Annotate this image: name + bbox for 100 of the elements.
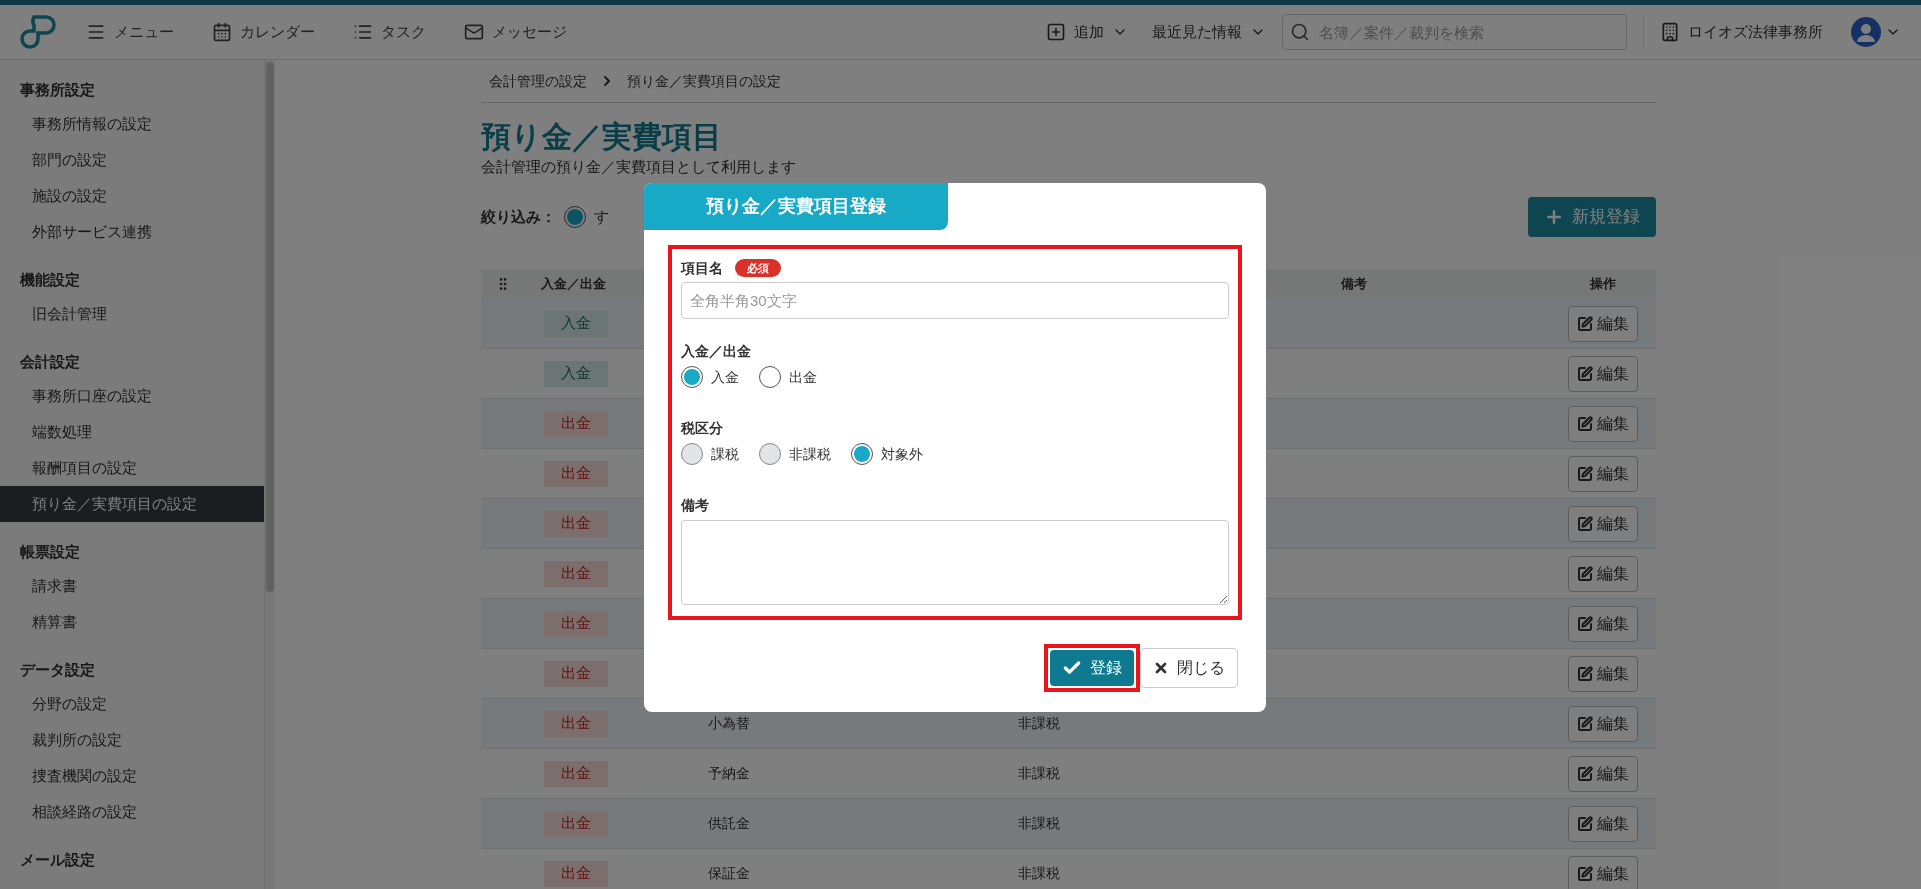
type-badge: 出金 <box>543 810 608 837</box>
radio-button[interactable] <box>851 443 873 465</box>
edit-button[interactable]: 編集 <box>1567 855 1638 889</box>
edit-button[interactable]: 編集 <box>1567 655 1638 692</box>
sidebar-section-title: 事務所設定 <box>19 80 96 100</box>
nav-item[interactable]: メニュー <box>82 20 178 44</box>
column-header: 備考 <box>1340 275 1367 294</box>
close-button[interactable]: 閉じる <box>1140 648 1238 688</box>
scrollbar-thumb[interactable] <box>266 62 274 592</box>
edit-icon <box>1576 365 1593 382</box>
page-description: 会計管理の預り金／実費項目として利用します <box>480 158 797 176</box>
table-cell: 非課税 <box>1017 815 1060 831</box>
type-badge: 出金 <box>543 410 608 437</box>
page-title: 預り金／実費項目 <box>480 119 723 155</box>
edit-button[interactable]: 編集 <box>1567 605 1638 642</box>
edit-button[interactable]: 編集 <box>1567 805 1638 842</box>
dialog-title: 預り金／実費項目登録 <box>644 183 948 230</box>
edit-icon <box>1576 665 1593 682</box>
edit-button[interactable]: 編集 <box>1567 305 1638 342</box>
sidebar-item[interactable]: 捜査機関の設定 <box>0 758 264 794</box>
sidebar-item[interactable]: 事務所情報の設定 <box>0 106 264 142</box>
new-button[interactable]: 新規登録 <box>1527 197 1656 237</box>
sidebar-item[interactable]: 端数処理 <box>0 414 264 450</box>
nav-item[interactable]: カレンダー <box>208 20 319 44</box>
edit-icon <box>1576 315 1593 332</box>
sidebar-section-title: 機能設定 <box>18 270 81 290</box>
field-label: 備考 <box>681 496 710 515</box>
table-cell: 予納金 <box>707 765 750 781</box>
sidebar-item[interactable]: 相談経路の設定 <box>0 794 264 830</box>
menu-icon <box>86 22 106 42</box>
table-cell: 非課税 <box>1017 715 1060 731</box>
breadcrumb-current: 預り金／実費項目の設定 <box>626 71 781 91</box>
type-badge: 入金 <box>543 360 608 387</box>
type-badge: 出金 <box>543 610 608 637</box>
table-cell: 小為替 <box>707 715 750 731</box>
sidebar-section-title: 帳票設定 <box>19 542 81 562</box>
mail-icon <box>464 22 484 42</box>
table-cell: 非課税 <box>1017 765 1060 781</box>
sidebar-item[interactable]: 分野の設定 <box>0 686 264 722</box>
edit-button[interactable]: 編集 <box>1567 455 1638 492</box>
field-label: 税区分 <box>681 419 724 438</box>
column-header: 操作 <box>1589 275 1616 294</box>
sidebar-item[interactable]: 部門の設定 <box>0 142 264 178</box>
edit-icon <box>1576 615 1593 632</box>
name-input[interactable]: 全角半角30文字 <box>681 282 1229 319</box>
type-badge: 入金 <box>543 310 608 337</box>
radio-button[interactable] <box>681 366 703 388</box>
add-icon <box>1046 22 1066 42</box>
filter-radio[interactable] <box>563 206 586 228</box>
edit-button[interactable]: 編集 <box>1567 755 1638 792</box>
sidebar-item[interactable]: 報酬項目の設定 <box>0 450 264 486</box>
breadcrumb-link[interactable]: 会計管理の設定 <box>488 70 587 92</box>
type-badge: 出金 <box>543 560 608 587</box>
nav-item[interactable]: メッセージ <box>460 20 571 44</box>
logo-icon[interactable] <box>20 13 58 51</box>
building-icon <box>1660 22 1680 42</box>
sidebar-item[interactable]: 請求書 <box>0 568 264 604</box>
table-cell: 供託金 <box>707 815 750 831</box>
column-header: 入金／出金 <box>540 275 606 294</box>
add-menu[interactable]: 追加 <box>1046 20 1128 44</box>
list-icon <box>353 22 373 42</box>
edit-button[interactable]: 編集 <box>1567 355 1638 392</box>
radio-label: 対象外 <box>881 444 923 464</box>
edit-button[interactable]: 編集 <box>1567 705 1638 742</box>
edit-icon <box>1576 865 1593 882</box>
sidebar-section-title: データ設定 <box>19 660 96 680</box>
sidebar-item[interactable]: 裁判所の設定 <box>0 722 264 758</box>
recent-menu[interactable]: 最近見た情報 <box>1152 20 1266 44</box>
sidebar-item[interactable]: 外部サービス連携 <box>0 214 264 250</box>
field-label: 項目名 <box>681 258 723 278</box>
table-cell: 非課税 <box>1017 865 1060 881</box>
edit-icon <box>1576 415 1593 432</box>
radio-button[interactable] <box>759 366 781 388</box>
radio-label: 入金 <box>711 367 739 387</box>
filter-label: 絞り込み： <box>480 206 556 227</box>
table-cell: 保証金 <box>707 865 750 881</box>
filter-option-label: す <box>593 206 609 227</box>
sidebar-item[interactable]: 旧会計管理 <box>0 296 264 332</box>
sidebar-item[interactable]: 事務所口座の設定 <box>0 378 264 414</box>
edit-icon <box>1576 515 1593 532</box>
radio-label: 課税 <box>711 444 739 464</box>
edit-button[interactable]: 編集 <box>1567 555 1638 592</box>
sidebar-item[interactable]: 施設の設定 <box>0 178 264 214</box>
edit-button[interactable]: 編集 <box>1567 405 1638 442</box>
sidebar-item[interactable]: 預り金／実費項目の設定 <box>0 486 264 522</box>
sidebar-section-title: メール設定 <box>19 850 96 870</box>
type-badge: 出金 <box>543 460 608 487</box>
required-badge: 必須 <box>735 259 781 277</box>
office-menu[interactable]: ロイオズ法律事務所 <box>1660 20 1823 44</box>
edit-icon <box>1576 765 1593 782</box>
calendar-icon <box>212 22 232 42</box>
edit-button[interactable]: 編集 <box>1567 505 1638 542</box>
edit-icon <box>1576 565 1593 582</box>
register-button[interactable]: 登録 <box>1050 650 1134 686</box>
nav-item[interactable]: タスク <box>349 20 430 44</box>
type-badge: 出金 <box>543 510 608 537</box>
radio-label: 非課税 <box>789 444 831 464</box>
field-label: 入金／出金 <box>681 342 752 361</box>
type-badge: 出金 <box>543 860 608 887</box>
sidebar-item[interactable]: 精算書 <box>0 604 264 640</box>
